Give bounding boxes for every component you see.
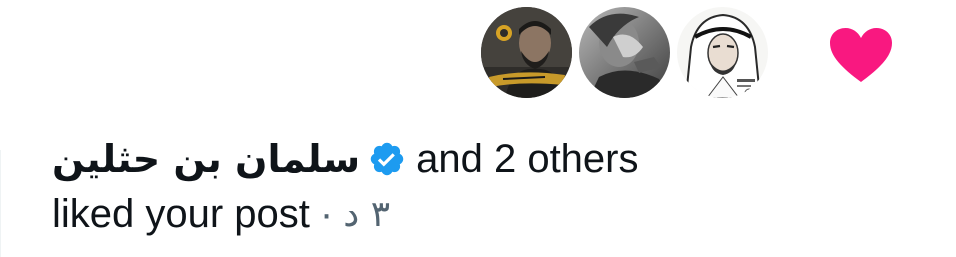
liker-avatars <box>481 7 768 98</box>
avatar-liker-3[interactable] <box>481 7 572 98</box>
others-count-link[interactable]: and 2 others <box>416 137 638 182</box>
left-border <box>0 150 1 257</box>
notification-subline: liked your post · ٣ د <box>52 188 390 240</box>
heart-icon[interactable] <box>828 26 894 84</box>
action-text: liked your post <box>52 191 310 236</box>
separator-dot: · <box>319 191 334 236</box>
timestamp[interactable]: ٣ د <box>343 194 390 235</box>
verified-badge-icon <box>368 140 406 178</box>
user-name[interactable]: سلمان بن حثلين <box>52 137 360 181</box>
avatar-liker-2[interactable] <box>579 7 670 98</box>
avatar-liker-1[interactable] <box>677 7 768 98</box>
notification-headline: سلمان بن حثلين and 2 others <box>52 133 639 185</box>
